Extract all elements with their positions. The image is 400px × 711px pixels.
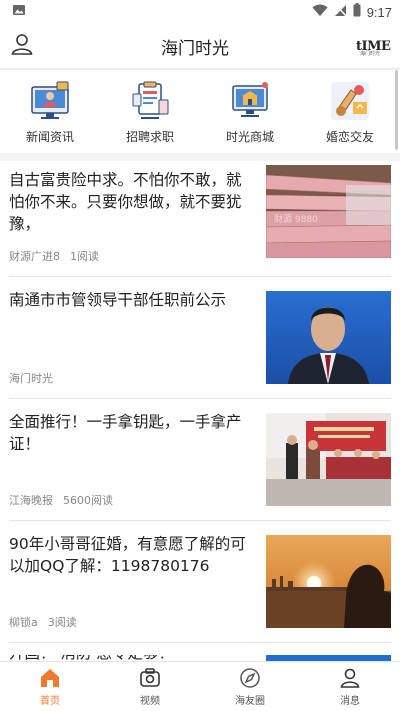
app-screen: 9:17 海门时光 tIME 海门时光 新闻资讯 招聘求职 时光商城 婚恋交友 … xyxy=(0,0,400,711)
category-nav: 新闻资讯 招聘求职 时光商城 婚恋交友 xyxy=(0,70,400,161)
app-header: 海门时光 tIME 海门时光 xyxy=(0,24,400,68)
feed-item-text: 南通市市管领导干部任职前公示 海门时光 xyxy=(9,277,251,398)
mall-icon xyxy=(229,80,271,122)
feed-item-meta: 海门时光 xyxy=(9,370,251,386)
feed-item-meta: 江海晚报 5600阅读 xyxy=(9,492,251,508)
news-feed: 自古富贵险中求。不怕你不敢，就怕你不来。只要你想做，就不要犹豫， 财源广进8 1… xyxy=(0,161,400,643)
feed-item-text: 全面推行！一手拿钥匙，一手拿产证！ 江海晚报 5600阅读 xyxy=(9,399,251,520)
feed-item-reads: 3阅读 xyxy=(47,616,77,629)
nav-video-label: 视频 xyxy=(140,695,160,707)
portrait-photo[interactable] xyxy=(266,291,391,384)
category-dating-label: 婚恋交友 xyxy=(325,130,374,144)
nav-home-label: 首页 xyxy=(40,695,60,707)
feed-item[interactable]: 全面推行！一手拿钥匙，一手拿产证！ 江海晚报 5600阅读 xyxy=(9,399,391,521)
status-bar: 9:17 xyxy=(0,0,400,24)
feed-item-title: 自古富贵险中求。不怕你不敢，就怕你不来。只要你想做，就不要犹豫， xyxy=(9,171,242,233)
home-icon xyxy=(39,667,61,689)
user-profile-icon[interactable] xyxy=(10,32,34,60)
bottom-nav: 首页 视频 海友圈 消息 xyxy=(0,661,400,711)
nav-message-label: 消息 xyxy=(340,695,360,707)
status-right: 9:17 xyxy=(312,3,392,21)
page-title: 海门时光 xyxy=(161,38,229,59)
news-icon xyxy=(29,80,71,122)
sunset-photo[interactable] xyxy=(266,535,391,628)
recruit-icon xyxy=(129,80,171,122)
feed-item-title: 90年小哥哥征婚，有意愿了解的可以加QQ了解：1198780176 xyxy=(9,535,246,575)
compass-icon xyxy=(239,667,261,689)
feed-item-title: 全面推行！一手拿钥匙，一手拿产证！ xyxy=(9,413,242,453)
video-icon xyxy=(139,667,161,689)
feed-item-source: 财源广进8 xyxy=(9,250,60,263)
battery-icon xyxy=(353,3,361,21)
nav-message[interactable]: 消息 xyxy=(310,667,390,707)
nav-home[interactable]: 首页 xyxy=(10,667,90,707)
category-news-label: 新闻资讯 xyxy=(25,130,74,144)
feed-item-source: 柳锁a xyxy=(9,616,38,629)
wifi-icon xyxy=(312,4,328,21)
feed-item-text: 90年小哥哥征婚，有意愿了解的可以加QQ了解：1198780176 柳锁a 3阅… xyxy=(9,521,251,642)
message-icon xyxy=(339,667,361,689)
scrollbar[interactable] xyxy=(395,70,398,150)
status-time: 9:17 xyxy=(366,4,392,20)
feed-item-text: 自古富贵险中求。不怕你不敢，就怕你不来。只要你想做，就不要犹豫， 财源广进8 1… xyxy=(9,161,251,276)
ceremony-photo[interactable] xyxy=(266,413,391,506)
feed-item-meta: 财源广进8 1阅读 xyxy=(9,248,251,264)
feed-item-title: 南通市市管领导干部任职前公示 xyxy=(9,291,227,309)
money-photo[interactable]: 财源 9880 xyxy=(266,165,391,258)
signal-icon xyxy=(334,3,347,21)
feed-item-meta: 柳锁a 3阅读 xyxy=(9,614,251,630)
nav-video[interactable]: 视频 xyxy=(110,667,190,707)
feed-item[interactable]: 南通市市管领导干部任职前公示 海门时光 xyxy=(9,277,391,399)
category-recruit[interactable]: 招聘求职 xyxy=(105,80,195,145)
feed-item-reads: 1阅读 xyxy=(70,250,99,263)
brand-logo: tIME 海门时光 xyxy=(356,35,392,57)
nav-circle-label: 海友圈 xyxy=(235,695,265,707)
feed-item[interactable]: 自古富贵险中求。不怕你不敢，就怕你不来。只要你想做，就不要犹豫， 财源广进8 1… xyxy=(9,161,391,277)
category-dating[interactable]: 婚恋交友 xyxy=(305,80,395,145)
money-photo-caption: 财源 9880 xyxy=(274,213,318,225)
category-mall-label: 时光商城 xyxy=(225,130,274,144)
nav-circle[interactable]: 海友圈 xyxy=(210,667,290,707)
category-recruit-label: 招聘求职 xyxy=(125,130,174,144)
feed-item-source: 海门时光 xyxy=(9,372,53,385)
image-notification-icon xyxy=(12,3,26,21)
category-mall[interactable]: 时光商城 xyxy=(205,80,295,145)
feed-item[interactable]: 90年小哥哥征婚，有意愿了解的可以加QQ了解：1198780176 柳锁a 3阅… xyxy=(9,521,391,643)
brand-logo-subtext: 海门时光 xyxy=(360,51,381,57)
category-news[interactable]: 新闻资讯 xyxy=(5,80,95,145)
feed-item-reads: 5600阅读 xyxy=(63,494,113,507)
dating-icon xyxy=(329,80,371,122)
feed-item-source: 江海晚报 xyxy=(9,494,53,507)
